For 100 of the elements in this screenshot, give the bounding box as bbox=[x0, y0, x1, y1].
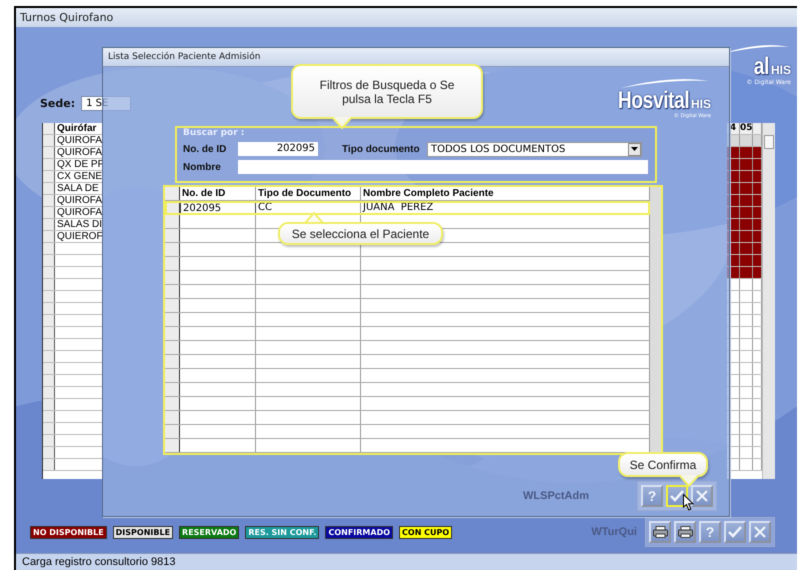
row-header[interactable] bbox=[43, 447, 55, 458]
printer-icon bbox=[678, 526, 692, 538]
logo-text: al bbox=[754, 55, 769, 79]
row-header[interactable] bbox=[165, 397, 180, 410]
name-label: Nombre bbox=[183, 162, 222, 172]
table-cell: 202095 bbox=[180, 201, 256, 214]
callout-tail bbox=[678, 475, 700, 487]
column-header: No. de ID bbox=[180, 187, 256, 200]
row-header[interactable] bbox=[43, 375, 55, 386]
status-legend-item: RES. SIN CONF. bbox=[245, 526, 320, 538]
row-header[interactable] bbox=[43, 279, 55, 290]
status-bar: Carga registro consultorio 9813 bbox=[16, 553, 797, 570]
row-header[interactable] bbox=[43, 399, 55, 410]
row-header[interactable] bbox=[165, 313, 180, 326]
table-cell-text: QUIROFA bbox=[56, 147, 102, 158]
row-header[interactable] bbox=[165, 369, 180, 382]
close-icon bbox=[754, 526, 766, 538]
row-header[interactable] bbox=[165, 355, 180, 368]
id-field[interactable]: 202095 bbox=[238, 142, 318, 156]
row-header[interactable] bbox=[43, 411, 55, 422]
cursor-icon bbox=[683, 494, 694, 511]
row-header[interactable] bbox=[165, 411, 180, 424]
status-legend-item: CON CUPO bbox=[399, 526, 452, 538]
callout-bubble: Filtros de Busqueda o Se pulsa la Tecla F5 bbox=[291, 64, 483, 119]
row-header[interactable] bbox=[43, 207, 55, 218]
row-header[interactable] bbox=[43, 147, 55, 158]
print-button[interactable] bbox=[649, 521, 671, 543]
form-id-label: WLSPctAdm bbox=[523, 490, 589, 502]
row-header[interactable] bbox=[165, 425, 180, 438]
row-header[interactable] bbox=[43, 243, 55, 254]
row-header[interactable] bbox=[43, 327, 55, 338]
table-cell-text: CX GENE bbox=[56, 171, 102, 182]
table-cell-text: QUIROFA bbox=[56, 195, 102, 206]
logo-text: Hosvital bbox=[617, 89, 689, 113]
row-header[interactable] bbox=[165, 383, 180, 396]
row-header[interactable] bbox=[165, 243, 180, 256]
row-header[interactable] bbox=[43, 387, 55, 398]
row-header bbox=[165, 187, 180, 200]
logo-suffix: HIS bbox=[690, 97, 711, 111]
row-header[interactable] bbox=[43, 267, 55, 278]
row-header[interactable] bbox=[165, 215, 180, 228]
row-header[interactable] bbox=[165, 257, 180, 270]
status-legend-item: DISPONIBLE bbox=[112, 526, 174, 538]
row-header bbox=[43, 123, 55, 134]
status-legend-item: NO DISPONIBLE bbox=[30, 526, 107, 538]
window-title: Turnos Quirofano bbox=[16, 8, 797, 27]
table-cell-text: QUIEROF bbox=[56, 231, 103, 242]
callout-bubble: Se Confirma bbox=[618, 452, 708, 477]
row-header[interactable] bbox=[43, 159, 55, 170]
row-header[interactable] bbox=[165, 229, 180, 242]
table-cell-text: SALAS DI bbox=[56, 219, 102, 230]
row-header[interactable] bbox=[43, 291, 55, 302]
printer-icon bbox=[652, 526, 668, 538]
column-header: Tipo de Documento bbox=[256, 187, 361, 200]
row-header[interactable] bbox=[43, 195, 55, 206]
group-legend: Buscar por : bbox=[183, 128, 244, 138]
row-header[interactable] bbox=[43, 135, 55, 146]
print-button[interactable] bbox=[674, 521, 696, 543]
table-cell-text: QUIROFA bbox=[56, 135, 102, 146]
dropdown-arrow-icon bbox=[631, 147, 638, 151]
row-header[interactable] bbox=[165, 439, 180, 452]
row-header[interactable] bbox=[165, 299, 180, 312]
table-cell-text: QUIROFA bbox=[56, 207, 102, 218]
row-header[interactable] bbox=[165, 327, 180, 340]
row-header[interactable] bbox=[43, 423, 55, 434]
row-header[interactable] bbox=[43, 219, 55, 230]
name-field[interactable] bbox=[238, 160, 648, 174]
row-header[interactable] bbox=[43, 183, 55, 194]
row-header[interactable] bbox=[165, 201, 180, 214]
row-header[interactable] bbox=[43, 303, 55, 314]
document-type-dropdown[interactable]: TODOS LOS DOCUMENTOS bbox=[427, 142, 642, 156]
status-legend-item: RESERVADO bbox=[179, 526, 240, 538]
id-label: No. de ID bbox=[183, 144, 228, 154]
row-header[interactable] bbox=[43, 171, 55, 182]
row-header[interactable] bbox=[165, 285, 180, 298]
sede-label: Sede: bbox=[40, 96, 76, 110]
row-header[interactable] bbox=[43, 459, 55, 470]
table-cell-text: SALA DE bbox=[56, 183, 99, 194]
row-header[interactable] bbox=[43, 231, 55, 242]
check-icon bbox=[670, 490, 684, 502]
row-header[interactable] bbox=[43, 363, 55, 374]
scrollbar[interactable] bbox=[762, 123, 775, 479]
callout-tail bbox=[331, 117, 353, 129]
logo-suffix: HIS bbox=[770, 63, 791, 77]
close-icon bbox=[696, 490, 708, 502]
row-header[interactable] bbox=[43, 351, 55, 362]
row-header[interactable] bbox=[165, 271, 180, 284]
column-header bbox=[753, 123, 762, 134]
column-header: Quirófar bbox=[56, 123, 96, 134]
row-header[interactable] bbox=[43, 315, 55, 326]
row-header[interactable] bbox=[165, 341, 180, 354]
check-icon bbox=[728, 526, 742, 538]
callout-bubble: Se selecciona el Paciente bbox=[278, 222, 443, 245]
document-type-label: Tipo documento bbox=[342, 144, 421, 154]
close-button[interactable] bbox=[749, 521, 771, 543]
form-id-label: WTurQui bbox=[591, 526, 637, 538]
row-header[interactable] bbox=[43, 435, 55, 446]
row-header[interactable] bbox=[43, 255, 55, 266]
status-legend-item: CONFIRMADO bbox=[325, 526, 394, 538]
row-header[interactable] bbox=[43, 339, 55, 350]
